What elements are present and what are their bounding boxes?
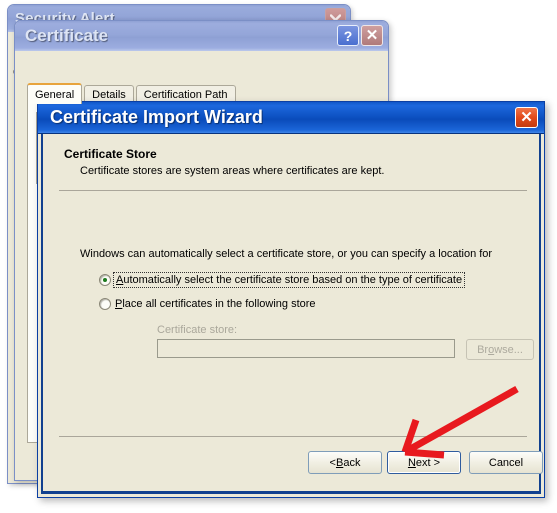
close-icon[interactable]: ✕: [515, 107, 538, 128]
radio-automatic-select-label: Automatically select the certificate sto…: [112, 272, 466, 288]
next-button[interactable]: Next >: [387, 451, 461, 474]
radio-button-icon-unselected[interactable]: [99, 298, 111, 310]
wizard-page-subheading: Certificate stores are system areas wher…: [80, 165, 385, 177]
tab-general[interactable]: General: [27, 83, 83, 104]
cancel-button[interactable]: Cancel: [469, 451, 543, 474]
radio-place-all-certificates-label: Place all certificates in the following …: [115, 298, 316, 310]
certificate-import-wizard-window[interactable]: Certificate Import Wizard ✕ Certificate …: [37, 101, 545, 498]
wizard-caption-buttons[interactable]: ✕: [515, 107, 538, 128]
wizard-titlebar[interactable]: Certificate Import Wizard ✕: [38, 102, 544, 134]
help-icon[interactable]: ?: [337, 25, 359, 46]
radio-button-icon-selected[interactable]: [99, 274, 111, 286]
desktop-background: Security Alert C Certificate ? ✕ Ge: [0, 0, 557, 513]
back-button[interactable]: < Back: [308, 451, 382, 474]
radio-automatic-select[interactable]: Automatically select the certificate sto…: [99, 272, 466, 288]
wizard-title: Certificate Import Wizard: [50, 107, 263, 127]
certificate-store-label: Certificate store:: [157, 324, 238, 336]
wizard-body: Certificate Store Certificate stores are…: [41, 134, 543, 494]
wizard-page-heading: Certificate Store: [64, 147, 157, 161]
certificate-store-input[interactable]: [157, 339, 455, 358]
wizard-intro-text: Windows can automatically select a certi…: [80, 248, 493, 260]
wizard-footer-divider: [59, 436, 527, 437]
certificate-dialog-caption-buttons[interactable]: ? ✕: [337, 25, 383, 46]
wizard-header-divider: [59, 190, 527, 191]
certificate-dialog-title: Certificate: [25, 26, 109, 45]
browse-button[interactable]: Br o wse...: [466, 339, 534, 360]
close-icon[interactable]: ✕: [361, 25, 383, 46]
radio-place-all-certificates[interactable]: Place all certificates in the following …: [99, 298, 316, 310]
certificate-dialog-titlebar[interactable]: Certificate ? ✕: [15, 21, 388, 51]
